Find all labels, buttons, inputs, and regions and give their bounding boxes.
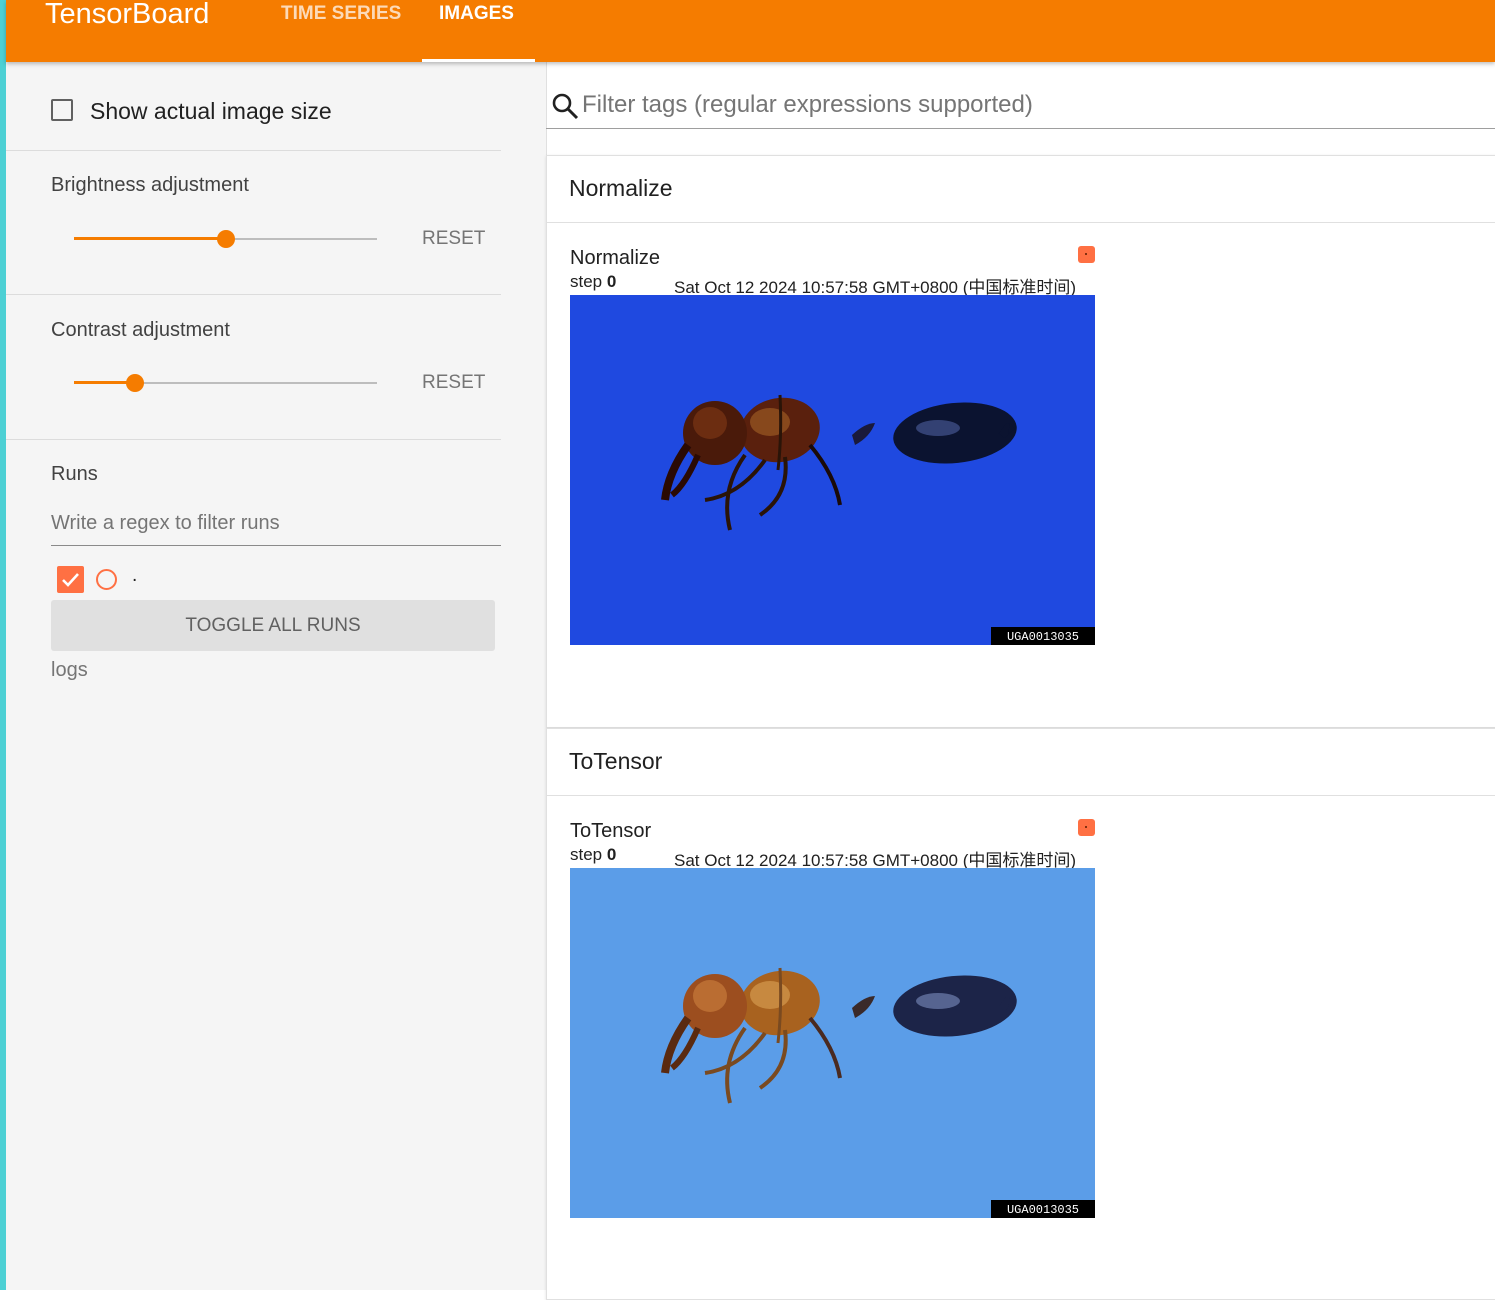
run-color-circle[interactable] bbox=[96, 569, 117, 590]
runs-filter-placeholder: Write a regex to filter runs bbox=[51, 512, 280, 534]
slider-thumb[interactable] bbox=[216, 230, 235, 248]
app-brand[interactable]: TensorBoard bbox=[45, 0, 209, 31]
tag-group-card-totensor: ToTensor ToTensor step 0 Sat Oct 12 2024… bbox=[546, 728, 1495, 1300]
tag-filter-placeholder: Filter tags (regular expressions support… bbox=[582, 91, 1033, 118]
top-app-bar: TensorBoard TIME SERIES IMAGES bbox=[6, 0, 1495, 62]
run-checkbox[interactable] bbox=[57, 566, 84, 593]
image-sample[interactable]: UGA0013035 bbox=[570, 295, 1095, 645]
tag-group-card-normalize: Normalize Normalize step 0 Sat Oct 12 20… bbox=[546, 155, 1495, 728]
logdir-label: logs bbox=[51, 659, 88, 681]
slider-fill bbox=[74, 237, 226, 240]
check-icon bbox=[62, 573, 79, 587]
image-label: UGA0013035 bbox=[1007, 630, 1079, 644]
image-step: step 0 bbox=[570, 272, 617, 291]
slider-thumb[interactable] bbox=[125, 374, 144, 392]
run-item[interactable]: . bbox=[57, 565, 257, 594]
search-icon bbox=[552, 93, 579, 120]
sidebar: Show actual image size Brightness adjust… bbox=[6, 62, 547, 1290]
brightness-slider[interactable] bbox=[74, 229, 377, 249]
contrast-slider[interactable] bbox=[74, 373, 377, 393]
brightness-reset-button[interactable]: RESET bbox=[422, 228, 485, 250]
card-header[interactable]: ToTensor bbox=[547, 729, 1495, 796]
image-tag-title: Normalize bbox=[570, 247, 661, 269]
active-tab-indicator bbox=[422, 59, 535, 62]
image-tag-title: ToTensor bbox=[570, 820, 652, 842]
card-group-title: ToTensor bbox=[569, 748, 663, 774]
brightness-title: Brightness adjustment bbox=[51, 174, 249, 196]
run-color-indicator bbox=[1078, 246, 1095, 263]
card-header[interactable]: Normalize bbox=[547, 156, 1495, 223]
contrast-reset-button[interactable]: RESET bbox=[422, 372, 485, 394]
tag-filter-input[interactable]: Filter tags (regular expressions support… bbox=[546, 84, 1495, 129]
image-step: step 0 bbox=[570, 845, 617, 864]
toggle-all-runs-button[interactable]: TOGGLE ALL RUNS bbox=[51, 600, 495, 651]
show-actual-size-checkbox[interactable] bbox=[51, 99, 73, 121]
run-color-indicator bbox=[1078, 819, 1095, 836]
tab-images[interactable]: IMAGES bbox=[439, 3, 514, 25]
contrast-title: Contrast adjustment bbox=[51, 319, 230, 341]
divider bbox=[6, 150, 501, 151]
divider bbox=[6, 439, 501, 440]
card-group-title: Normalize bbox=[569, 175, 673, 201]
divider bbox=[6, 294, 501, 295]
show-actual-size-label: Show actual image size bbox=[90, 98, 332, 124]
runs-filter-input[interactable]: Write a regex to filter runs bbox=[51, 507, 501, 546]
tab-time-series[interactable]: TIME SERIES bbox=[281, 3, 401, 25]
runs-title: Runs bbox=[51, 463, 98, 485]
run-name: . bbox=[132, 565, 138, 586]
image-label: UGA0013035 bbox=[1007, 1203, 1079, 1217]
image-sample[interactable]: UGA0013035 bbox=[570, 868, 1095, 1218]
